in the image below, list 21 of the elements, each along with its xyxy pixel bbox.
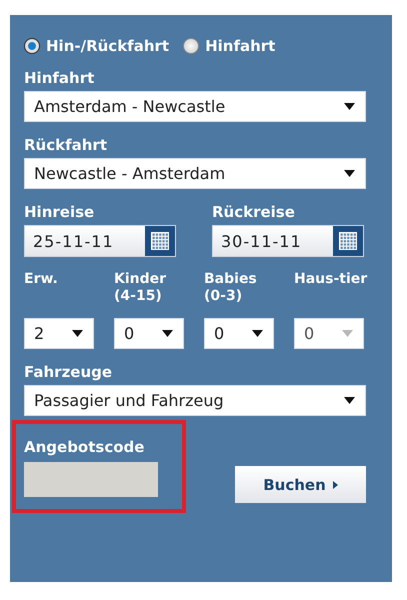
trip-radio[interactable]: Hin-/Rückfahrt <box>24 37 170 55</box>
book-button[interactable]: Buchen <box>235 466 366 503</box>
field-label: Rückreise <box>212 203 296 221</box>
field-label: Babies (0-3) <box>204 271 258 305</box>
field-label: Hinreise <box>24 203 96 221</box>
date-field[interactable]: 30-11-11 <box>212 225 364 257</box>
field-label: Haus-tier <box>294 271 368 288</box>
route-select[interactable]: Amsterdam - Newcastle <box>24 91 366 122</box>
field-label: Kinder (4-15) <box>114 271 168 305</box>
field-label: Fahrzeuge <box>24 363 112 381</box>
count-select[interactable]: 0 <box>114 318 184 349</box>
field-label: Rückfahrt <box>24 136 107 154</box>
field-label: Hinfahrt <box>24 69 94 87</box>
count-select[interactable]: 2 <box>24 318 94 349</box>
trip-radio[interactable]: Hinfahrt <box>183 37 276 55</box>
field-label: Erw. <box>24 271 59 288</box>
vehicle-select[interactable]: Passagier und Fahrzeug <box>24 385 366 416</box>
field-label: Angebotscode <box>24 438 146 456</box>
date-field[interactable]: 25-11-11 <box>24 225 176 257</box>
count-select[interactable]: 0 <box>204 318 274 349</box>
route-select[interactable]: Newcastle - Amsterdam <box>24 158 366 189</box>
